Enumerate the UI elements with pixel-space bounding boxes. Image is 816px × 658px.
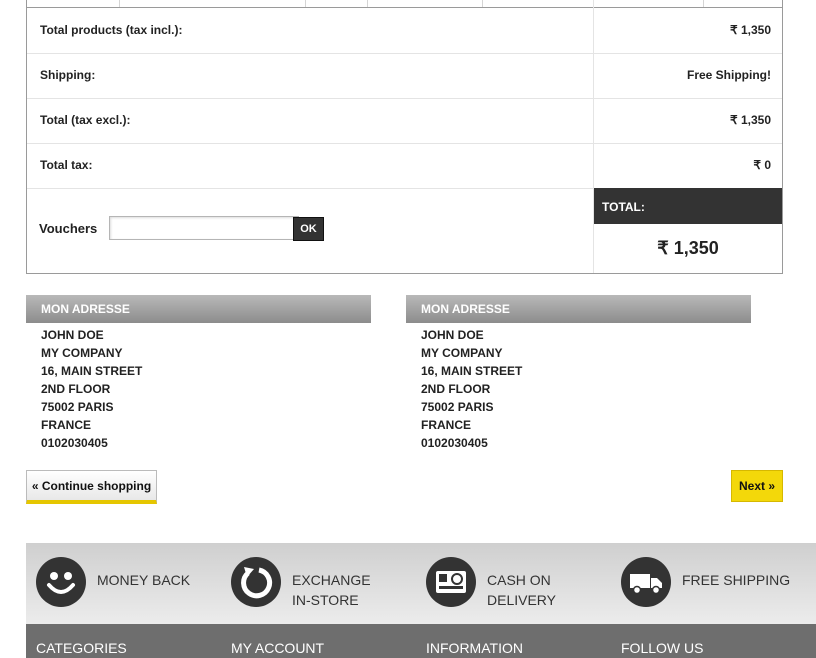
invoice-address-block: MON ADRESSE JOHN DOE MY COMPANY 16, MAIN… — [406, 295, 751, 452]
address-street: 16, MAIN STREET — [421, 364, 523, 378]
feature-label: MONEY BACK — [97, 572, 191, 588]
address-phone: 0102030405 — [41, 436, 108, 450]
delivery-address-block: MON ADRESSE JOHN DOE MY COMPANY 16, MAIN… — [26, 295, 371, 452]
address-phone: 0102030405 — [421, 436, 488, 450]
table-header-strip — [27, 0, 782, 8]
shipping-row: Shipping: Free Shipping! — [27, 53, 782, 99]
feature-exchange: EXCHANGE IN-STORE — [221, 543, 416, 624]
total-products-label: Total products (tax incl.): — [40, 23, 183, 37]
address-street: 16, MAIN STREET — [41, 364, 143, 378]
vouchers-label: Vouchers — [39, 221, 98, 236]
cart-summary-table: Total products (tax incl.): ₹ 1,350 Ship… — [26, 0, 783, 274]
total-tax-excl-label: Total (tax excl.): — [40, 113, 131, 127]
address-city: 75002 PARIS — [421, 400, 494, 414]
address-title: MON ADRESSE — [26, 295, 371, 323]
voucher-ok-button[interactable]: OK — [293, 217, 324, 241]
smiley-icon — [36, 557, 86, 607]
next-button[interactable]: Next » — [731, 470, 783, 502]
address-title: MON ADRESSE — [406, 295, 751, 323]
shipping-label: Shipping: — [40, 68, 96, 82]
total-tax-row: Total tax: ₹ 0 — [27, 143, 782, 189]
feature-free-shipping: FREE SHIPPING — [611, 543, 816, 624]
address-company: MY COMPANY — [421, 346, 503, 360]
footer-heading-information[interactable]: INFORMATION — [426, 640, 523, 656]
total-tax-label: Total tax: — [40, 158, 93, 172]
address-street2: 2ND FLOOR — [421, 382, 491, 396]
features-bar: MONEY BACK EXCHANGE IN-STORE CASH ON DEL… — [26, 543, 816, 624]
feature-label: FREE SHIPPING — [682, 572, 791, 588]
feature-label: EXCHANGE IN-STORE — [292, 572, 371, 608]
address-name: JOHN DOE — [41, 328, 104, 342]
feature-label: CASH ON DELIVERY — [487, 572, 556, 608]
address-country: FRANCE — [421, 418, 471, 432]
feature-cash-on-delivery: CASH ON DELIVERY — [416, 543, 611, 624]
total-tax-excl-value: ₹ 1,350 — [730, 113, 771, 127]
address-name: JOHN DOE — [421, 328, 484, 342]
footer-heading-follow-us[interactable]: FOLLOW US — [621, 640, 703, 656]
card-icon — [426, 557, 476, 607]
address-company: MY COMPANY — [41, 346, 123, 360]
voucher-input[interactable] — [109, 216, 299, 240]
footer-heading-my-account[interactable]: MY ACCOUNT — [231, 640, 324, 656]
continue-shopping-button[interactable]: « Continue shopping — [26, 470, 157, 504]
address-country: FRANCE — [41, 418, 91, 432]
footer-heading-categories[interactable]: CATEGORIES — [36, 640, 127, 656]
total-products-value: ₹ 1,350 — [730, 23, 771, 37]
address-street2: 2ND FLOOR — [41, 382, 111, 396]
address-city: 75002 PARIS — [41, 400, 114, 414]
total-products-row: Total products (tax incl.): ₹ 1,350 — [27, 8, 782, 54]
total-tax-excl-row: Total (tax excl.): ₹ 1,350 — [27, 98, 782, 144]
refresh-icon — [231, 557, 281, 607]
footer: CATEGORIES MY ACCOUNT INFORMATION FOLLOW… — [26, 624, 816, 658]
shipping-value: Free Shipping! — [687, 68, 771, 82]
total-header: TOTAL: — [594, 188, 782, 224]
total-tax-value: ₹ 0 — [753, 158, 771, 172]
total-label: TOTAL: — [602, 200, 645, 214]
feature-money-back: MONEY BACK — [26, 543, 221, 624]
truck-icon — [621, 557, 671, 607]
total-value: ₹ 1,350 — [657, 238, 719, 258]
